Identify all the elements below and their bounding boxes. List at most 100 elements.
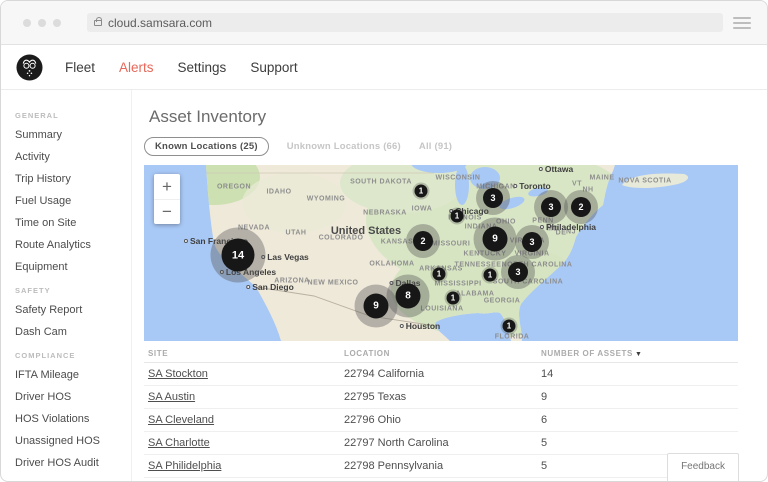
column-header-assets[interactable]: NUMBER OF ASSETS▼	[541, 349, 738, 358]
nav-item-alerts[interactable]: Alerts	[119, 60, 154, 75]
window-dot	[53, 19, 61, 27]
sidebar-item-hos-violations[interactable]: HOS Violations	[15, 411, 131, 427]
state-label-kansas: KANSAS	[381, 239, 414, 246]
sidebar-item-trip-history[interactable]: Trip History	[15, 171, 131, 187]
assets-count-cell: 6	[541, 414, 738, 426]
state-label-nh: NH	[582, 187, 593, 194]
state-label-oregon: OREGON	[217, 184, 251, 191]
sidebar-item-wrap: Trip History	[15, 171, 131, 187]
state-label-south-dakota: SOUTH DAKOTA	[350, 179, 412, 186]
state-label-nevada: NEVADA	[238, 225, 270, 232]
location-cell: 22795 Texas	[344, 391, 541, 403]
map-cluster-marker-1[interactable]: 1	[451, 210, 464, 223]
map-cluster-marker-1[interactable]: 1	[415, 185, 428, 198]
state-label-oklahoma: OKLAHOMA	[369, 261, 414, 268]
tab-known-locations-25-[interactable]: Known Locations (25)	[144, 137, 269, 156]
map-cluster-marker-8[interactable]: 8	[396, 284, 421, 309]
site-cell: SA Stockton	[148, 368, 344, 380]
state-label-idaho: IDAHO	[266, 189, 291, 196]
sort-descending-icon: ▼	[635, 351, 643, 358]
sidebar-item-wrap: Activity	[15, 149, 131, 165]
sidebar-item-safety-report[interactable]: Safety Report	[15, 302, 131, 318]
map-cluster-marker-14[interactable]: 14	[222, 239, 255, 272]
table-header-row: SITE LOCATION NUMBER OF ASSETS▼	[144, 345, 738, 363]
sidebar-item-activity[interactable]: Activity	[15, 149, 131, 165]
map-cluster-marker-3[interactable]: 3	[508, 262, 528, 282]
sidebar-item-fuel-usage[interactable]: Fuel Usage	[15, 193, 131, 209]
sidebar-item-ifta-mileage[interactable]: IFTA Mileage	[15, 367, 131, 383]
assets-count-cell: 5	[541, 437, 738, 449]
sidebar-item-route-analytics[interactable]: Route Analytics	[15, 237, 131, 253]
url-text: cloud.samsara.com	[108, 16, 212, 30]
sidebar-item-dash-cam[interactable]: Dash Cam	[15, 324, 131, 340]
map-cluster-marker-1[interactable]: 1	[484, 269, 497, 282]
column-header-location[interactable]: LOCATION	[344, 349, 541, 358]
city-dot-icon	[513, 184, 517, 188]
site-cell: SA Cleveland	[148, 414, 344, 426]
city-name: Ottawa	[545, 165, 573, 174]
sidebar-item-driver-hos[interactable]: Driver HOS	[15, 389, 131, 405]
sidebar-item-wrap: Driver HOS	[15, 389, 131, 405]
sidebar-item-unassigned-hos[interactable]: Unassigned HOS	[15, 433, 131, 449]
map-cluster-marker-9[interactable]: 9	[364, 294, 389, 319]
sidebar-item-equipment[interactable]: Equipment	[15, 259, 131, 275]
city-dot-icon	[539, 167, 543, 171]
map-cluster-marker-2[interactable]: 2	[571, 197, 591, 217]
hamburger-menu-icon[interactable]	[733, 17, 751, 29]
site-link-sa-cleveland[interactable]: SA Cleveland	[148, 414, 214, 426]
zoom-out-button[interactable]: −	[154, 199, 180, 224]
site-cell: SA Charlotte	[148, 437, 344, 449]
main-content: Asset Inventory Known Locations (25)Unkn…	[132, 90, 768, 482]
nav-item-support[interactable]: Support	[250, 60, 297, 75]
assets-count-cell: 14	[541, 368, 738, 380]
city-name: Philadelphia	[546, 222, 596, 232]
location-cell: 22798 Pennsylvania	[344, 460, 541, 472]
sidebar: GENERAL Summary Activity Trip History Fuel U…	[1, 90, 132, 482]
table-row: SA Austin22795 Texas9	[144, 386, 738, 409]
city-label-ottawa: Ottawa	[539, 165, 573, 174]
sidebar-item-time-on-site[interactable]: Time on Site	[15, 215, 131, 231]
site-link-sa-stockton[interactable]: SA Stockton	[148, 368, 208, 380]
state-label-maine: MAINE	[589, 175, 614, 182]
main-nav: Fleet Alerts Settings Support	[65, 60, 298, 75]
site-link-sa-austin[interactable]: SA Austin	[148, 391, 195, 403]
tab-all-91-[interactable]: All (91)	[419, 141, 452, 152]
feedback-button[interactable]: Feedback	[667, 453, 739, 481]
window-dot	[38, 19, 46, 27]
map-cluster-marker-3[interactable]: 3	[541, 197, 561, 217]
zoom-in-button[interactable]: +	[154, 174, 180, 199]
state-label-florida: FLORIDA	[495, 334, 530, 341]
table-row: SA Boston22799 Massachusetts4	[144, 478, 738, 482]
city-dot-icon	[400, 324, 404, 328]
map-cluster-marker-9[interactable]: 9	[483, 227, 508, 252]
state-label-kentucky: KENTUCKY	[464, 251, 507, 258]
nav-item-settings[interactable]: Settings	[178, 60, 227, 75]
tab-unknown-locations-66-[interactable]: Unknown Locations (66)	[287, 141, 401, 152]
map-zoom-control: + −	[154, 174, 180, 224]
site-link-sa-philidelphia[interactable]: SA Philidelphia	[148, 460, 221, 472]
map-cluster-marker-1[interactable]: 1	[503, 320, 516, 333]
column-header-site[interactable]: SITE	[148, 349, 344, 358]
map-cluster-marker-3[interactable]: 3	[522, 232, 542, 252]
samsara-logo-icon[interactable]	[16, 54, 43, 81]
sidebar-item-summary[interactable]: Summary	[15, 127, 131, 143]
sidebar-item-wrap: IFTA Mileage	[15, 367, 131, 383]
map-cluster-marker-1[interactable]: 1	[433, 268, 446, 281]
city-name: Las Vegas	[267, 252, 309, 262]
sidebar-item-driver-hos-audit[interactable]: Driver HOS Audit	[15, 455, 131, 471]
map-cluster-marker-3[interactable]: 3	[483, 188, 503, 208]
city-label-houston: Houston	[400, 321, 440, 331]
address-bar[interactable]: cloud.samsara.com	[87, 13, 723, 32]
sidebar-item-wrap: Equipment	[15, 259, 131, 275]
city-dot-icon	[184, 239, 188, 243]
sidebar-section-general: GENERAL	[15, 111, 131, 120]
site-link-sa-charlotte[interactable]: SA Charlotte	[148, 437, 210, 449]
location-cell: 22796 Ohio	[344, 414, 541, 426]
asset-map[interactable]: + − United States OREGONIDAHOWYOMINGNEVA…	[144, 165, 738, 341]
sidebar-item-wrap: Unassigned HOS	[15, 433, 131, 449]
state-label-missouri: MISSOURI	[432, 241, 471, 248]
nav-item-fleet[interactable]: Fleet	[65, 60, 95, 75]
city-label-toronto: Toronto	[513, 181, 550, 191]
map-cluster-marker-2[interactable]: 2	[413, 231, 433, 251]
map-cluster-marker-1[interactable]: 1	[447, 292, 460, 305]
